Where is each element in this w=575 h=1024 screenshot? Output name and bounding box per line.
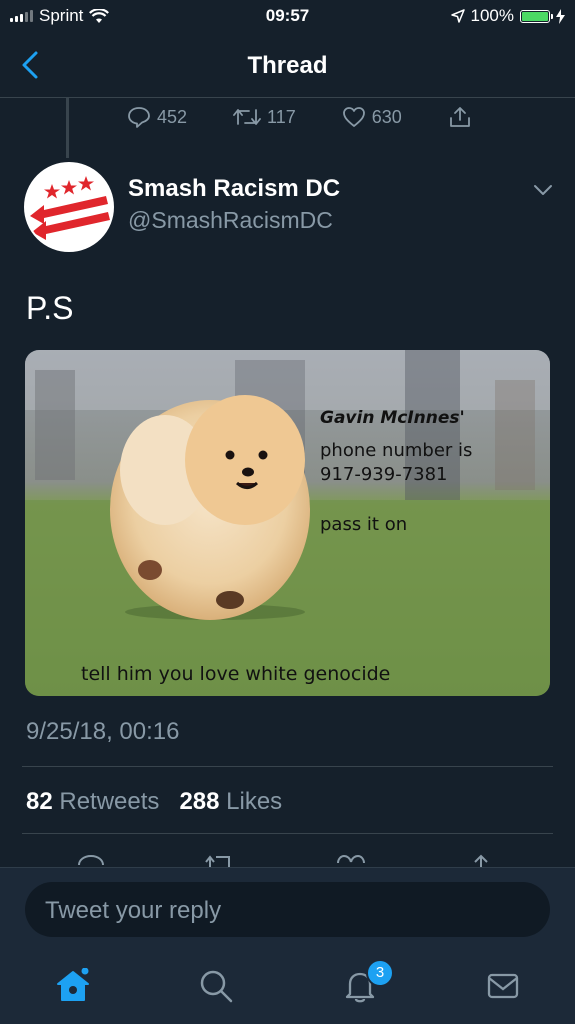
page-title: Thread — [247, 52, 328, 79]
like-count: 630 — [371, 106, 402, 127]
tweet-stats: 82 Retweets 288 Likes — [26, 788, 282, 816]
retweets-stat[interactable]: 82 Retweets — [26, 788, 159, 815]
image-caption-line1: phone number is — [320, 440, 473, 461]
share-icon — [449, 107, 470, 127]
reply-button[interactable]: 452 — [127, 106, 187, 128]
dc-flag-logo-icon — [26, 164, 112, 250]
image-caption-line2: 917-939-7381 — [320, 464, 448, 485]
reply-icon — [128, 107, 150, 128]
charging-bolt-icon — [556, 8, 565, 24]
location-arrow-icon — [450, 9, 465, 23]
status-bar: Sprint 09:57 100% — [0, 0, 575, 32]
home-icon[interactable] — [54, 968, 92, 1004]
share-button[interactable] — [448, 105, 472, 129]
divider — [22, 833, 553, 834]
tweet-timestamp: 9/25/18, 00:16 — [26, 718, 180, 745]
avatar[interactable] — [24, 162, 114, 252]
image-caption-name: Gavin McInnes' — [320, 408, 465, 428]
notifications-badge: 3 — [366, 959, 394, 987]
thread-header: Thread — [0, 32, 575, 98]
image-caption-line3: pass it on — [320, 514, 408, 535]
tweet-image[interactable]: Gavin McInnes' phone number is 917-939-7… — [25, 350, 550, 696]
like-button[interactable]: 630 — [342, 106, 402, 128]
chevron-down-icon[interactable] — [533, 183, 553, 197]
tab-bar — [0, 956, 575, 1016]
heart-icon — [342, 107, 365, 127]
reply-count: 452 — [157, 106, 188, 127]
author-handle[interactable]: @SmashRacismDC — [128, 207, 333, 234]
retweets-label: Retweets — [59, 788, 160, 815]
image-caption-bottom: tell him you love white genocide — [81, 663, 391, 685]
divider — [22, 766, 553, 767]
search-icon[interactable] — [198, 968, 234, 1004]
likes-count: 288 — [179, 788, 220, 815]
retweet-count: 117 — [267, 106, 296, 127]
reply-placeholder: Tweet your reply — [45, 897, 222, 924]
tweet-text: P.S — [26, 290, 74, 326]
likes-stat[interactable]: 288 Likes — [179, 788, 282, 815]
retweet-button[interactable]: 117 — [233, 107, 296, 128]
previous-tweet-actions: 452 117 630 — [127, 102, 518, 132]
retweets-count: 82 — [26, 788, 53, 815]
pomeranian-photo — [25, 350, 550, 696]
thread-connector-line — [66, 98, 69, 158]
likes-label: Likes — [226, 788, 283, 815]
messages-envelope-icon[interactable] — [485, 968, 521, 1004]
battery-percent: 100% — [470, 6, 514, 25]
author-name[interactable]: Smash Racism DC — [128, 175, 340, 203]
reply-input[interactable]: Tweet your reply — [25, 882, 550, 937]
retweet-icon — [233, 109, 261, 125]
reply-composer: Tweet your reply — [0, 867, 575, 1024]
battery-icon — [520, 9, 553, 23]
